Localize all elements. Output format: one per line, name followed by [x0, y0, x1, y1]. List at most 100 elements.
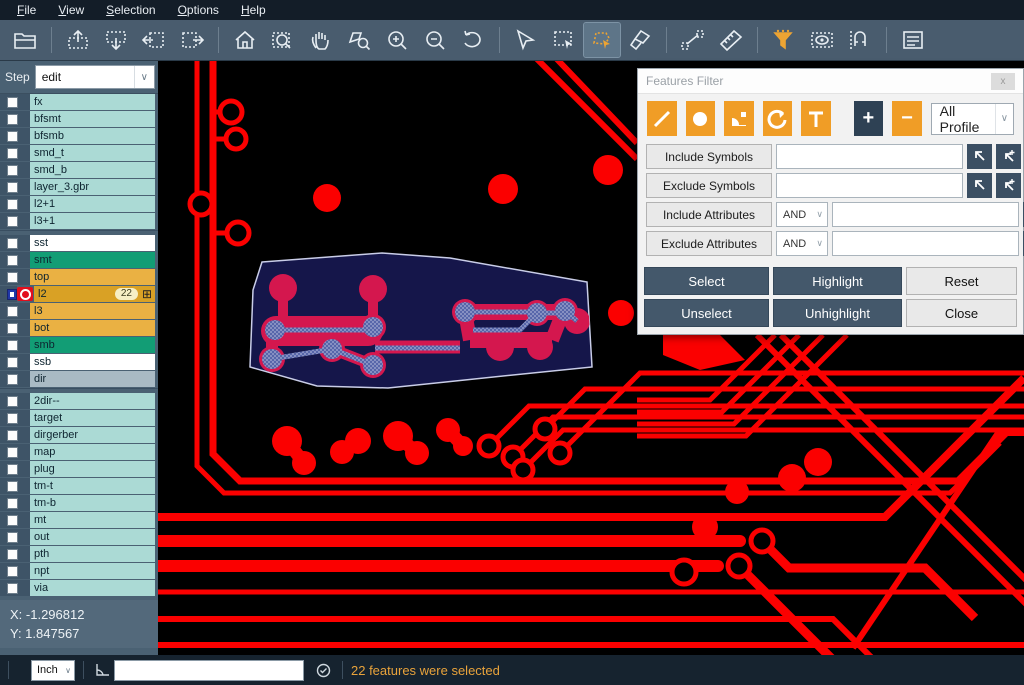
layer-row-via[interactable]: via [0, 580, 158, 596]
unhighlight-button[interactable]: Unhighlight [773, 299, 902, 327]
toolbar-snap-button[interactable] [842, 23, 878, 57]
layer-row-2dir-[interactable]: 2dir-- [0, 393, 158, 409]
toolbar-measure-line-button[interactable] [675, 23, 711, 57]
layer-name-chip[interactable]: top [30, 269, 155, 285]
layer-visibility-checkbox[interactable] [7, 430, 18, 441]
include-symbols-pick-add-button[interactable] [996, 144, 1021, 169]
toolbar-home-button[interactable] [227, 23, 263, 57]
menu-view[interactable]: View [47, 1, 95, 19]
toolbar-shift-left-button[interactable] [136, 23, 172, 57]
layer-row-ssb[interactable]: ssb [0, 354, 158, 370]
toolbar-pan-button[interactable] [303, 23, 339, 57]
layer-row-tm-b[interactable]: tm-b [0, 495, 158, 511]
toolbar-open-button[interactable] [7, 23, 43, 57]
layer-visibility-checkbox[interactable] [7, 165, 18, 176]
layer-visibility-checkbox[interactable] [7, 216, 18, 227]
layer-visibility-checkbox[interactable] [7, 515, 18, 526]
toolbar-select-rect-button[interactable] [546, 23, 582, 57]
layer-row-l3[interactable]: l3 [0, 303, 158, 319]
toolbar-zoom-out-button[interactable] [417, 23, 453, 57]
layer-visibility-checkbox[interactable] [7, 447, 18, 458]
exclude-attributes-input[interactable] [832, 231, 1019, 256]
layer-visibility-checkbox[interactable] [7, 357, 18, 368]
layer-grid-icon[interactable]: ⊞ [142, 288, 152, 300]
layer-visibility-checkbox[interactable] [7, 583, 18, 594]
layer-name-chip[interactable]: tm-b [30, 495, 155, 511]
layer-visibility-checkbox[interactable] [7, 182, 18, 193]
add-mode-button[interactable]: + [854, 101, 884, 136]
layer-name-chip[interactable]: l3 [30, 303, 155, 319]
exclude-attributes-logic-dropdown[interactable]: AND∨ [776, 231, 828, 256]
close-dialog-button[interactable]: x [991, 73, 1015, 90]
pad-symbol-button[interactable] [686, 101, 716, 136]
layer-name-chip[interactable]: smd_t [30, 145, 155, 161]
include-symbols-input[interactable] [776, 144, 963, 169]
menu-options[interactable]: Options [167, 1, 230, 19]
layer-name-chip[interactable]: smd_b [30, 162, 155, 178]
highlight-button[interactable]: Highlight [773, 267, 902, 295]
layer-visibility-checkbox[interactable] [7, 498, 18, 509]
layer-visibility-checkbox[interactable] [7, 413, 18, 424]
profile-dropdown[interactable]: All Profile∨ [931, 103, 1014, 135]
layer-row-l3-1[interactable]: l3+1 [0, 213, 158, 229]
layer-name-chip[interactable]: out [30, 529, 155, 545]
layer-name-chip[interactable]: dirgerber [30, 427, 155, 443]
layer-row-npt[interactable]: npt [0, 563, 158, 579]
layer-visibility-checkbox[interactable] [7, 374, 18, 385]
layer-visibility-checkbox[interactable] [7, 97, 18, 108]
layer-name-chip[interactable]: sst [30, 235, 155, 251]
layer-row-fx[interactable]: fx [0, 94, 158, 110]
exclude-symbols-pick-button[interactable] [967, 173, 992, 198]
layer-name-chip[interactable]: l222⊞ [34, 286, 155, 302]
toolbar-select-polygon-button[interactable] [584, 23, 620, 57]
layer-name-chip[interactable]: fx [30, 94, 155, 110]
surface-symbol-button[interactable] [724, 101, 754, 136]
close-button[interactable]: Close [906, 299, 1017, 327]
layer-row-mt[interactable]: mt [0, 512, 158, 528]
exclude-symbols-input[interactable] [776, 173, 963, 198]
toolbar-zoom-in-button[interactable] [379, 23, 415, 57]
layer-name-chip[interactable]: smt [30, 252, 155, 268]
layer-row-smb[interactable]: smb [0, 337, 158, 353]
active-layer-indicator[interactable] [17, 287, 33, 301]
layer-row-sst[interactable]: sst [0, 235, 158, 251]
include-attributes-logic-dropdown[interactable]: AND∨ [776, 202, 828, 227]
include-attributes-button[interactable]: Include Attributes [646, 202, 772, 227]
layer-name-chip[interactable]: smb [30, 337, 155, 353]
layer-visibility-checkbox[interactable] [7, 306, 18, 317]
line-symbol-button[interactable] [647, 101, 677, 136]
toolbar-clear-brush-button[interactable] [622, 23, 658, 57]
unselect-button[interactable]: Unselect [644, 299, 769, 327]
layer-name-chip[interactable]: plug [30, 461, 155, 477]
layer-row-plug[interactable]: plug [0, 461, 158, 477]
toolbar-zoom-previous-button[interactable] [455, 23, 491, 57]
text-symbol-button[interactable] [801, 101, 831, 136]
layer-name-chip[interactable]: tm-t [30, 478, 155, 494]
layer-row-bot[interactable]: bot [0, 320, 158, 336]
layer-visibility-checkbox[interactable] [7, 464, 18, 475]
layer-row-map[interactable]: map [0, 444, 158, 460]
include-symbols-pick-button[interactable] [967, 144, 992, 169]
remove-mode-button[interactable]: − [892, 101, 922, 136]
exclude-symbols-pick-add-button[interactable] [996, 173, 1021, 198]
reset-button[interactable]: Reset [906, 267, 1017, 295]
layer-name-chip[interactable]: target [30, 410, 155, 426]
layer-name-chip[interactable]: ssb [30, 354, 155, 370]
command-input[interactable] [114, 660, 304, 681]
toolbar-filter-button[interactable] [766, 23, 802, 57]
step-dropdown[interactable]: edit ∨ [35, 65, 155, 89]
layer-visibility-checkbox[interactable] [7, 481, 18, 492]
toolbar-select-pointer-button[interactable] [508, 23, 544, 57]
layer-visibility-checkbox[interactable] [7, 396, 18, 407]
toolbar-panel-list-button[interactable] [895, 23, 931, 57]
layer-row-l2[interactable]: l222⊞ [0, 286, 158, 302]
layer-visibility-checkbox[interactable] [7, 340, 18, 351]
layer-name-chip[interactable]: npt [30, 563, 155, 579]
menu-help[interactable]: Help [230, 1, 277, 19]
toolbar-zoom-window-button[interactable] [265, 23, 301, 57]
menu-file[interactable]: File [6, 1, 47, 19]
layer-name-chip[interactable]: mt [30, 512, 155, 528]
layer-name-chip[interactable]: bfsmb [30, 128, 155, 144]
layer-visibility-checkbox[interactable] [7, 532, 18, 543]
toolbar-overlay-view-button[interactable] [804, 23, 840, 57]
